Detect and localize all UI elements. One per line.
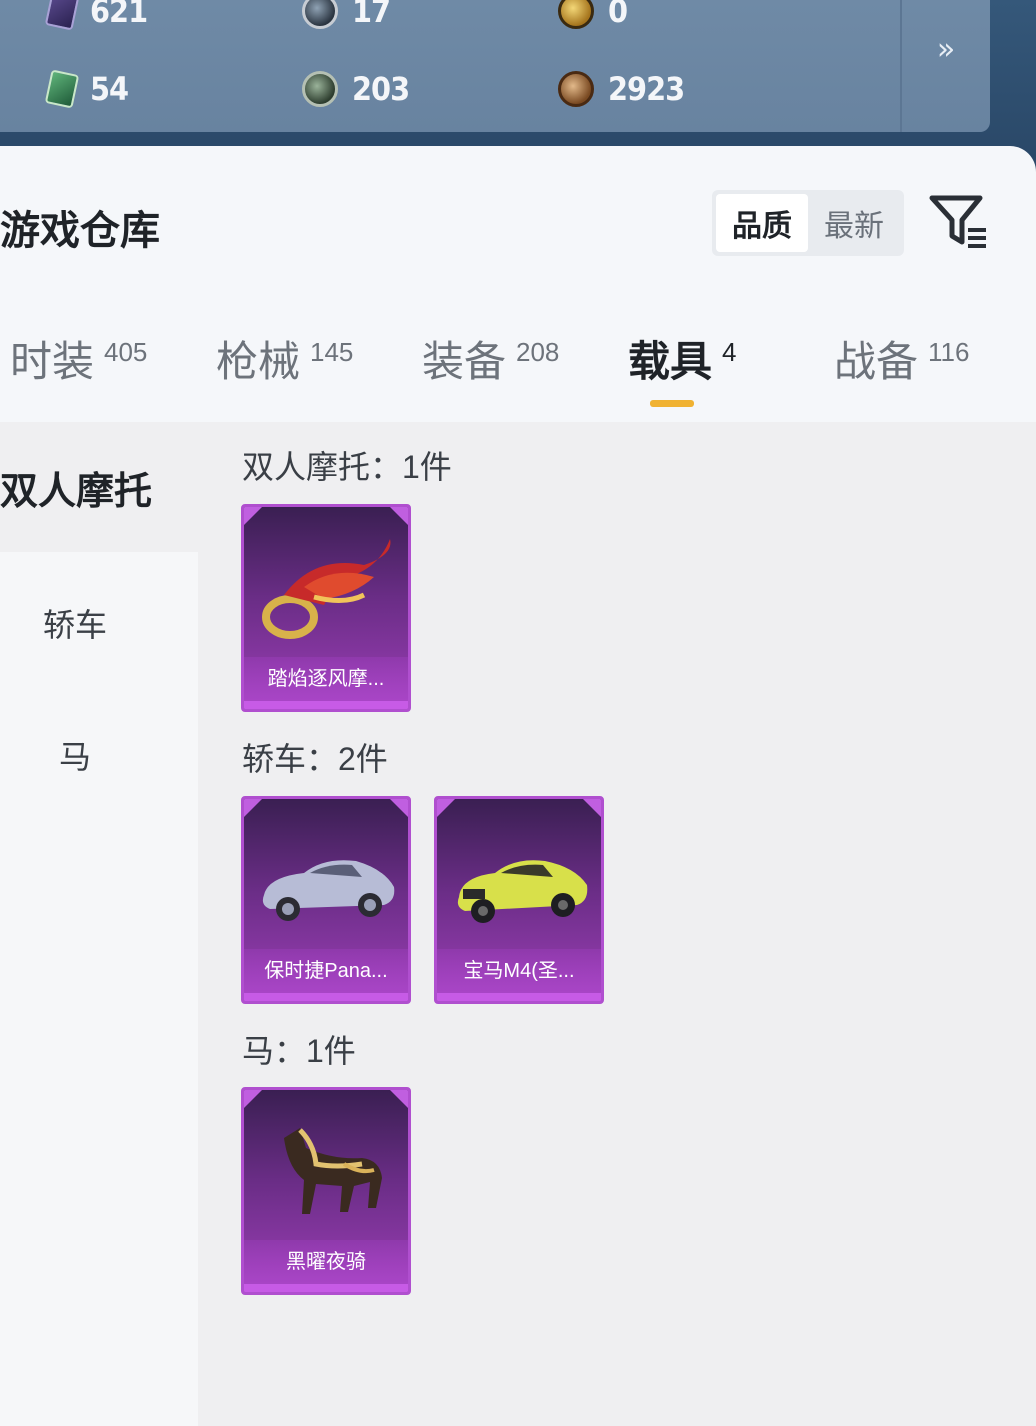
group-title-sedan: 轿车：2件	[242, 741, 388, 777]
item-card-porsche[interactable]: 保时捷Pana...	[241, 796, 411, 1004]
tab-label: 战备	[834, 338, 919, 385]
sidebar-item-sedan[interactable]: 轿车	[0, 600, 150, 646]
currency-stats-panel: 621 17 0 54 203 2923 »	[0, 0, 990, 132]
stat-value: 621	[90, 0, 148, 30]
stat-gold-coin: 0	[558, 0, 628, 30]
tab-fashion[interactable]: 时装 405	[10, 326, 147, 398]
card-corner	[244, 799, 262, 817]
dark-coin-icon	[302, 0, 338, 29]
content-area: 双人摩托 轿车 马 双人摩托：1件 踏焰逐风摩... 轿车：2件 保时捷Pana…	[0, 422, 1036, 1426]
stat-green-coin: 203	[302, 70, 410, 108]
bronze-coin-icon	[558, 71, 594, 107]
yellow-car-icon	[457, 860, 588, 923]
card-corner	[244, 1090, 262, 1108]
card-corner	[390, 799, 408, 817]
item-name: 踏焰逐风摩...	[244, 657, 408, 701]
tab-label: 装备	[422, 338, 507, 385]
double-chevron-right-icon: »	[936, 32, 956, 67]
sort-quality-button[interactable]: 品质	[716, 194, 808, 252]
item-card-motorcycle[interactable]: 踏焰逐风摩...	[241, 504, 411, 712]
sort-toggle: 品质 最新	[712, 190, 904, 256]
page-title: 游戏仓库	[0, 209, 160, 253]
purple-card-icon	[44, 0, 80, 31]
gold-coin-icon	[558, 0, 594, 29]
item-name: 黑曜夜骑	[244, 1240, 408, 1284]
card-corner	[244, 507, 262, 525]
tab-equipment[interactable]: 装备 208	[422, 326, 559, 398]
tab-count: 4	[722, 337, 737, 367]
green-card-icon	[44, 69, 80, 109]
sidebar-item-motorcycle[interactable]: 双人摩托	[0, 422, 198, 552]
sort-newest-button[interactable]: 最新	[808, 194, 900, 252]
stat-green-card: 54	[44, 69, 129, 109]
stat-bronze-coin: 2923	[558, 70, 685, 108]
tab-label: 枪械	[216, 338, 301, 385]
card-corner	[583, 799, 601, 817]
tab-weapons[interactable]: 枪械 145	[216, 326, 353, 398]
stat-value: 203	[352, 70, 410, 108]
filter-icon[interactable]	[926, 192, 990, 252]
group-title-motorcycle: 双人摩托：1件	[242, 449, 452, 485]
item-card-horse[interactable]: 黑曜夜骑	[241, 1087, 411, 1295]
warehouse-sheet: 游戏仓库 品质 最新 时装 405 枪械 145 装备 208 载具 4 战备 …	[0, 146, 1036, 1426]
item-card-bmw[interactable]: 宝马M4(圣...	[434, 796, 604, 1004]
stat-value: 0	[608, 0, 628, 30]
tab-count: 405	[104, 337, 148, 367]
item-name: 保时捷Pana...	[244, 949, 408, 993]
tab-supplies[interactable]: 战备 116	[834, 326, 969, 398]
sidebar-list: 轿车 马	[0, 552, 198, 1426]
tab-count: 116	[928, 337, 970, 367]
silver-car-icon	[262, 860, 395, 921]
horse-icon	[284, 1128, 382, 1214]
tab-count: 208	[516, 337, 560, 367]
active-tab-indicator	[650, 400, 694, 407]
motorcycle-icon	[262, 539, 391, 639]
stats-divider	[900, 0, 902, 132]
stat-dark-coin: 17	[302, 0, 391, 30]
stat-value: 2923	[608, 70, 685, 108]
tab-label: 载具	[628, 338, 713, 385]
stat-purple-card: 621	[44, 0, 148, 31]
stat-value: 17	[352, 0, 391, 30]
card-corner	[390, 1090, 408, 1108]
green-coin-icon	[302, 71, 338, 107]
category-tabs: 时装 405 枪械 145 装备 208 载具 4 战备 116	[0, 326, 1036, 422]
tab-label: 时装	[10, 338, 95, 385]
stat-value: 54	[90, 70, 129, 108]
sidebar-item-horse[interactable]: 马	[0, 732, 150, 778]
group-title-horse: 马：1件	[242, 1033, 356, 1069]
expand-stats-button[interactable]: »	[918, 28, 974, 72]
card-corner	[390, 507, 408, 525]
tab-vehicles[interactable]: 载具 4	[628, 326, 736, 398]
item-name: 宝马M4(圣...	[437, 949, 601, 993]
tab-count: 145	[310, 337, 354, 367]
card-corner	[437, 799, 455, 817]
